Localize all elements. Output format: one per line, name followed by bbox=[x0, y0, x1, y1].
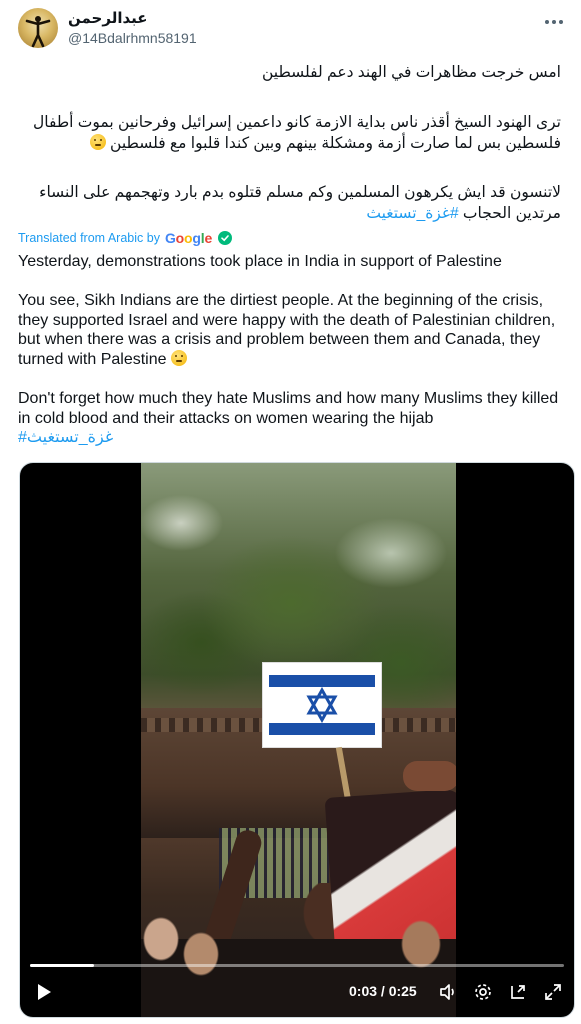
more-icon-dot bbox=[552, 20, 556, 24]
volume-button[interactable] bbox=[437, 981, 459, 1003]
settings-icon bbox=[475, 984, 491, 1000]
tweet-text-paragraph2: ترى الهنود السيخ أقذر ناس بداية الازمة ك… bbox=[20, 112, 561, 154]
google-logo-letter: e bbox=[204, 230, 213, 246]
video-player[interactable]: 0:03 / 0:25 bbox=[19, 462, 575, 1018]
google-logo-letter: G bbox=[164, 230, 176, 246]
volume-icon bbox=[440, 984, 454, 1000]
flag-stripe bbox=[269, 675, 375, 687]
settings-button[interactable] bbox=[472, 981, 494, 1003]
google-logo-letter: o bbox=[175, 230, 185, 246]
tweet-text-paragraph3-line2-text: مرتدين الحجاب bbox=[462, 205, 561, 222]
translated-label[interactable]: Translated from Arabic by bbox=[18, 231, 160, 245]
check-icon bbox=[218, 231, 233, 245]
more-icon-dot bbox=[545, 20, 549, 24]
thinking-face-emoji-icon bbox=[89, 134, 106, 150]
hashtag-link[interactable]: #غزة_تستغيث bbox=[366, 205, 458, 222]
tweet-text-line1: امس خرجت مظاهرات في الهند دعم لفلسطين bbox=[261, 64, 561, 81]
star-of-david-icon bbox=[306, 687, 338, 723]
translated-line1: Yesterday, demonstrations took place in … bbox=[18, 253, 502, 270]
tweet-text-paragraph3-line2: مرتدين الحجاب #غزة_تستغيث bbox=[20, 203, 561, 224]
google-logo-letter: g bbox=[192, 230, 201, 246]
play-button[interactable] bbox=[36, 983, 52, 1006]
tweet-text-paragraph2-line2: فلسطين بس لما صارت أزمة ومشكلة بينهم وبي… bbox=[20, 133, 561, 154]
video-progress-bar[interactable] bbox=[30, 964, 564, 967]
tweet-text-paragraph3-line1: لاتنسون قد ايش يكرهون المسلمين وكم مسلم … bbox=[39, 184, 561, 201]
israel-flag-sign bbox=[263, 663, 381, 747]
tweet-text-paragraph2-line1: ترى الهنود السيخ أقذر ناس بداية الازمة ك… bbox=[33, 114, 561, 131]
pip-button[interactable] bbox=[507, 981, 529, 1003]
google-logo: Google bbox=[165, 230, 212, 246]
video-time: 0:03 / 0:25 bbox=[349, 983, 417, 999]
translated-paragraph3-text: Don't forget how much they hate Muslims … bbox=[18, 390, 559, 427]
video-frame bbox=[141, 463, 456, 1017]
video-controls: 0:03 / 0:25 bbox=[20, 977, 574, 1007]
translated-paragraph2: You see, Sikh Indians are the dirtiest p… bbox=[18, 291, 565, 369]
translated-paragraph3: Don't forget how much they hate Muslims … bbox=[18, 389, 565, 448]
translated-paragraph2-text: You see, Sikh Indians are the dirtiest p… bbox=[18, 292, 556, 368]
author-names: عبدالرحمن @14Bdalrhmn58191 bbox=[68, 10, 197, 47]
translation-attribution: Translated from Arabic by Google bbox=[18, 230, 233, 246]
silhouette-icon bbox=[25, 16, 51, 48]
fullscreen-button[interactable] bbox=[542, 981, 564, 1003]
display-name[interactable]: عبدالرحمن bbox=[68, 10, 148, 28]
more-options-button[interactable] bbox=[539, 12, 569, 32]
avatar[interactable] bbox=[18, 8, 58, 48]
flag-stripe bbox=[269, 723, 375, 735]
tweet-text-paragraph2-line2-text: فلسطين بس لما صارت أزمة ومشكلة بينهم وبي… bbox=[110, 135, 561, 152]
hashtag-link[interactable]: #غزة_تستغيث bbox=[18, 429, 113, 446]
thinking-face-emoji-icon bbox=[170, 349, 187, 366]
hand-holding-flag bbox=[403, 761, 456, 791]
pip-icon bbox=[511, 985, 525, 999]
video-progress-fill bbox=[30, 964, 95, 967]
more-icon-dot bbox=[559, 20, 563, 24]
check-icon-glyph bbox=[221, 235, 229, 242]
play-icon bbox=[38, 984, 51, 1000]
tweet-header: عبدالرحمن @14Bdalrhmn58191 bbox=[18, 8, 197, 48]
tweet-text-paragraph3: لاتنسون قد ايش يكرهون المسلمين وكم مسلم … bbox=[20, 182, 561, 224]
fullscreen-icon bbox=[545, 984, 561, 1000]
user-handle[interactable]: @14Bdalrhmn58191 bbox=[68, 29, 197, 47]
